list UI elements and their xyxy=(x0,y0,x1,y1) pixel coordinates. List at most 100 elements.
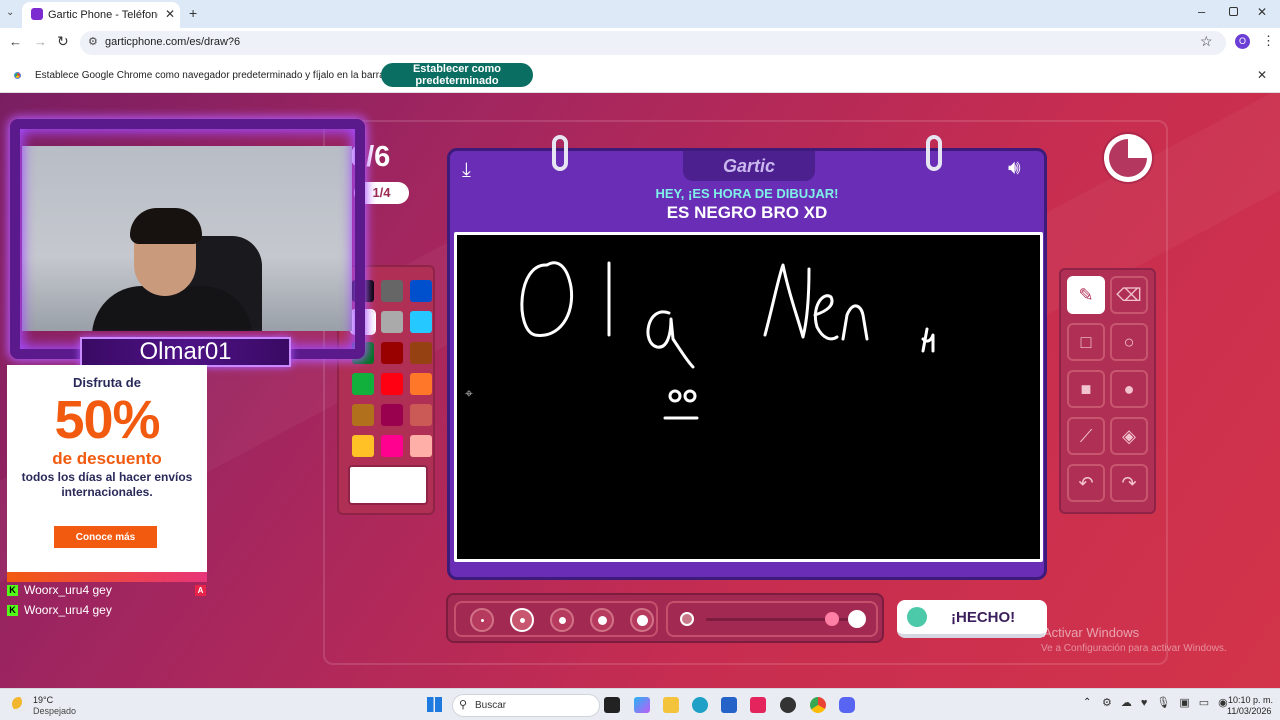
tray-icons[interactable]: ⚙☁♥🎙︎▣▭◉ xyxy=(1102,696,1237,709)
timer-pie xyxy=(1109,139,1147,177)
ad-discount: 50% xyxy=(54,390,160,450)
kick-badge-icon: K xyxy=(7,585,18,597)
color-swatch[interactable] xyxy=(410,373,432,395)
timer-clock-icon xyxy=(1104,134,1152,182)
undo-tool-icon[interactable]: ↶ xyxy=(1067,464,1105,502)
sound-icon[interactable]: 🔊︎ xyxy=(1008,157,1021,180)
done-button[interactable]: ¡HECHO! xyxy=(897,600,1047,638)
chrome-taskbar-icon[interactable] xyxy=(810,697,826,713)
color-swatch[interactable] xyxy=(410,435,432,457)
tab-list-icon[interactable]: ⌄ xyxy=(6,7,14,18)
bookmark-star-icon[interactable]: ☆ xyxy=(1200,33,1213,50)
brush-size-option[interactable] xyxy=(510,608,534,632)
color-swatch[interactable] xyxy=(410,311,432,333)
drawing-board: ⤓ Gartic 🔊︎ HEY, ¡ES HORA DE DIBUJAR! ES… xyxy=(447,135,1047,580)
stroke-eye-left xyxy=(668,389,682,403)
stroke-letter-a xyxy=(646,310,695,369)
pencil-tool-icon[interactable]: ✎ xyxy=(1067,276,1105,314)
brush-size-option[interactable] xyxy=(470,608,494,632)
brush-size-option[interactable] xyxy=(590,608,614,632)
redo-tool-icon[interactable]: ↷ xyxy=(1110,464,1148,502)
app-icon[interactable] xyxy=(780,697,796,713)
brush-size-dot xyxy=(519,617,525,623)
chat-text: gey xyxy=(92,583,112,597)
color-swatch[interactable] xyxy=(410,342,432,364)
search-icon: ⚲ xyxy=(459,699,468,711)
restore-icon[interactable] xyxy=(1229,7,1238,16)
opacity-slider[interactable] xyxy=(666,601,878,637)
moon-weather-icon xyxy=(12,697,26,711)
drawing-canvas[interactable]: ⌖ xyxy=(454,232,1043,562)
brush-controls xyxy=(446,593,884,643)
forward-icon[interactable]: → xyxy=(34,34,47,49)
infobar-text: Establece Google Chrome como navegador p… xyxy=(35,70,430,81)
color-swatch[interactable] xyxy=(381,342,403,364)
ad-cta-button[interactable]: Conoce más xyxy=(54,526,157,548)
streamer-name: Olmar01 xyxy=(80,337,291,367)
back-icon[interactable]: ← xyxy=(9,34,22,49)
eraser-tool-icon[interactable]: ⌫ xyxy=(1110,276,1148,314)
site-info-icon[interactable]: ⚙ xyxy=(88,35,98,48)
file-explorer-icon[interactable] xyxy=(663,697,679,713)
color-swatch[interactable] xyxy=(381,311,403,333)
kick-badge-icon: K xyxy=(7,605,18,617)
rect-fill-tool-icon[interactable]: ■ xyxy=(1067,370,1105,408)
ad-banner[interactable]: Disfruta de 50% de descuento todos los d… xyxy=(7,365,207,582)
windows-start-icon[interactable] xyxy=(427,697,442,712)
browser-tab[interactable]: Gartic Phone - Teléfono Descon ✕ xyxy=(22,2,180,28)
tray-overflow-icon[interactable]: ⌃ xyxy=(1083,697,1091,708)
fill-bucket-tool-icon[interactable]: ◈ xyxy=(1110,417,1148,455)
close-window-icon[interactable]: ✕ xyxy=(1257,5,1267,19)
drawing-strokes xyxy=(520,261,935,420)
opacity-max-dot xyxy=(848,610,866,628)
color-swatch[interactable] xyxy=(352,404,374,426)
stroke-letter-n2 xyxy=(841,304,869,341)
brush-size-dot xyxy=(636,614,648,626)
discord-icon[interactable] xyxy=(839,697,855,713)
color-swatch[interactable] xyxy=(381,280,403,302)
color-swatch[interactable] xyxy=(410,404,432,426)
custom-color-swatch[interactable] xyxy=(348,465,428,505)
color-swatch[interactable] xyxy=(381,404,403,426)
browser-menu-icon[interactable]: ⋮ xyxy=(1262,33,1275,49)
tool-panel: ✎ ⌫ □ ○ ■ ● ⟋ ◈ ↶ ↷ xyxy=(1059,268,1156,514)
line-tool-icon[interactable]: ⟋ xyxy=(1067,417,1105,455)
profile-avatar[interactable]: O xyxy=(1235,34,1250,49)
reload-icon[interactable]: ↻ xyxy=(57,33,69,50)
new-tab-icon[interactable]: + xyxy=(189,5,197,21)
clock-date[interactable]: 11/03/2026 xyxy=(1227,706,1271,716)
color-swatch[interactable] xyxy=(381,373,403,395)
windows-taskbar: 19°C Despejado ⚲ Buscar ⌃ ⚙☁♥🎙︎▣▭◉ 10:10… xyxy=(0,688,1280,720)
ad-line1: Disfruta de xyxy=(73,375,141,390)
color-swatch[interactable] xyxy=(410,280,432,302)
color-swatch[interactable] xyxy=(352,435,374,457)
brush-size-dot xyxy=(558,616,566,624)
clock-time[interactable]: 10:10 p. m. xyxy=(1228,695,1273,705)
task-view-icon[interactable] xyxy=(604,697,620,713)
brush-size-group xyxy=(454,601,658,637)
set-default-button[interactable]: Establecer como predeterminado xyxy=(381,63,533,87)
url-bar[interactable]: ⚙ garticphone.com/es/draw?6 ☆ xyxy=(80,31,1226,55)
ellipse-fill-tool-icon[interactable]: ● xyxy=(1110,370,1148,408)
chat-user: Woorx_uru4 xyxy=(24,583,90,597)
minimize-icon[interactable]: – xyxy=(1198,4,1205,19)
game-area: 6/6 1/4 ⤓ Gartic 🔊︎ HEY, ¡ES HORA DE DIB… xyxy=(0,93,1280,688)
brush-size-option[interactable] xyxy=(550,608,574,632)
ellipse-outline-tool-icon[interactable]: ○ xyxy=(1110,323,1148,361)
rect-outline-tool-icon[interactable]: □ xyxy=(1067,323,1105,361)
gartic-favicon-icon xyxy=(31,8,43,20)
edge-icon[interactable] xyxy=(692,697,708,713)
tiktok-icon[interactable] xyxy=(750,697,766,713)
opacity-knob[interactable] xyxy=(825,612,839,626)
store-icon[interactable] xyxy=(721,697,737,713)
copilot-icon[interactable] xyxy=(634,697,650,713)
download-icon[interactable]: ⤓ xyxy=(462,159,471,182)
color-swatch[interactable] xyxy=(352,373,374,395)
taskbar-search[interactable]: ⚲ Buscar xyxy=(452,694,600,717)
chat-message: K Woorx_uru4 gey xyxy=(7,603,112,617)
brush-size-option[interactable] xyxy=(630,608,654,632)
chat-side-badge: A xyxy=(195,585,206,596)
close-tab-icon[interactable]: ✕ xyxy=(165,7,175,21)
close-infobar-icon[interactable]: ✕ xyxy=(1257,68,1267,82)
color-swatch[interactable] xyxy=(381,435,403,457)
